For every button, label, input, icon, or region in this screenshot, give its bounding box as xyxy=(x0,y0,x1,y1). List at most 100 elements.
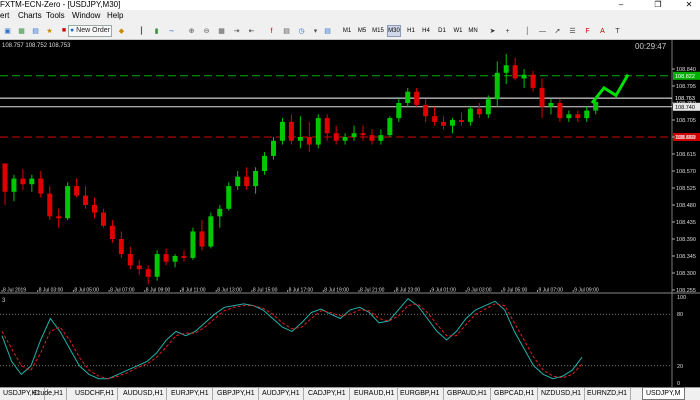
restore-icon[interactable]: ❐ xyxy=(647,0,669,10)
chart-shift-icon[interactable]: ⇤ xyxy=(246,25,257,37)
candle[interactable] xyxy=(315,114,321,149)
line-chart-icon[interactable]: ∼ xyxy=(166,25,177,37)
profiles-icon[interactable]: ▤ xyxy=(322,25,333,37)
price-tick-label: 108.345 xyxy=(676,254,696,260)
vertical-line-icon[interactable]: │ xyxy=(522,25,533,37)
chart-tab[interactable]: AUDUSD,H1 xyxy=(120,388,168,400)
candle[interactable] xyxy=(226,182,232,211)
chart-tab[interactable]: AUDJPY,H1 xyxy=(259,388,304,400)
chart-tab[interactable]: GBPJPY,H1 xyxy=(214,388,259,400)
candle-body xyxy=(217,208,223,217)
market-watch-icon[interactable]: ▦ xyxy=(16,25,27,37)
chart-tab[interactable]: EURJPY,H1 xyxy=(168,388,213,400)
new-order-button[interactable]: ● New Order xyxy=(68,25,112,37)
time-tick-label: 8 Jul 2019 xyxy=(3,288,26,294)
candle-body xyxy=(369,135,375,141)
tf-m5[interactable]: M5 xyxy=(355,26,369,36)
tf-h1[interactable]: H1 xyxy=(404,26,418,36)
chart-tab[interactable]: GBPAUD,H1 xyxy=(444,388,491,400)
periods-icon[interactable]: ◷ xyxy=(296,25,307,37)
text-label-icon[interactable]: A xyxy=(597,25,608,37)
candle[interactable] xyxy=(387,116,393,137)
channel-icon[interactable]: ☰ xyxy=(567,25,578,37)
menu-help[interactable]: Help xyxy=(107,10,123,22)
new-chart-icon[interactable]: ▣ xyxy=(2,25,13,37)
candle-body xyxy=(476,108,482,115)
price-chart[interactable]: 108.757 108.752 108.753 00:29:47 3 108.8… xyxy=(0,40,700,387)
cursor-icon[interactable]: ➤ xyxy=(487,25,498,37)
text-label-icon-2[interactable]: T xyxy=(612,25,623,37)
zoom-in-icon[interactable]: ⊕ xyxy=(186,25,197,37)
window-title: FXTM-ECN-Zero - [USDJPY,M30] xyxy=(0,0,121,9)
osc-tick-label: 80 xyxy=(677,312,683,318)
tf-d1[interactable]: D1 xyxy=(435,26,449,36)
chart-tab[interactable]: EURNZD,H1 xyxy=(584,388,632,400)
chart-tab[interactable]: USDJPY,M xyxy=(642,387,685,400)
osc-tick-label: 20 xyxy=(677,364,683,370)
menu-charts[interactable]: Charts xyxy=(18,10,42,22)
chart-tabs-bar: USDJPY,H1 Crude,H1 USDCHF,H1 AUDUSD,H1 EURJP… xyxy=(0,387,700,400)
candle-body xyxy=(154,254,160,277)
candlestick-icon[interactable]: ▮ xyxy=(151,25,162,37)
chart-tab[interactable]: EURGBP,H1 xyxy=(397,388,444,400)
minimize-icon[interactable]: – xyxy=(610,0,632,10)
tile-windows-icon[interactable]: ▦ xyxy=(216,25,227,37)
fibonacci-icon[interactable]: F xyxy=(582,25,593,37)
price-tick-label: 108.615 xyxy=(676,152,696,158)
candle[interactable] xyxy=(154,250,160,281)
candle-body xyxy=(503,65,509,73)
candle[interactable] xyxy=(65,182,71,221)
candle-body xyxy=(324,118,330,134)
navigator-icon[interactable]: ★ xyxy=(44,25,55,37)
candle-body xyxy=(190,231,196,258)
candle[interactable] xyxy=(279,118,285,145)
chart-tab[interactable]: GBPCAD,H1 xyxy=(491,388,539,400)
tf-m15[interactable]: M15 xyxy=(371,26,385,36)
candle-body xyxy=(136,265,142,270)
tf-h4[interactable]: H4 xyxy=(419,26,433,36)
candle-body xyxy=(548,103,554,107)
trendline-icon[interactable]: ➚ xyxy=(552,25,563,37)
zoom-out-icon[interactable]: ⊖ xyxy=(201,25,212,37)
tf-mn[interactable]: MN xyxy=(466,26,480,36)
menu-window[interactable]: Window xyxy=(72,10,100,22)
bar-countdown: 00:29:47 xyxy=(635,42,667,51)
autoscroll-icon[interactable]: ⇥ xyxy=(231,25,242,37)
candle-body xyxy=(494,72,500,100)
periods-dropdown-icon[interactable]: ▾ xyxy=(310,25,321,37)
time-tick-label: 8 Jul 15:00 xyxy=(253,288,278,294)
horizontal-line-icon[interactable]: — xyxy=(537,25,548,37)
candle-body xyxy=(244,176,250,187)
price-tick-label: 108.390 xyxy=(676,237,696,243)
menu-tools[interactable]: Tools xyxy=(46,10,65,22)
tf-m30[interactable]: M30 xyxy=(387,25,401,37)
candle-body xyxy=(271,140,276,156)
templates-icon[interactable]: ▤ xyxy=(281,25,292,37)
data-window-icon[interactable]: ▤ xyxy=(30,25,41,37)
expert-advisors-icon[interactable]: ◆ xyxy=(116,25,127,37)
new-order-icon: ● xyxy=(69,27,75,34)
chart-tab[interactable]: USDCHF,H1 xyxy=(72,388,119,400)
candle-body xyxy=(83,195,89,205)
price-tick-label: 108.300 xyxy=(676,271,696,277)
candle-body xyxy=(181,256,187,258)
chart-tab[interactable]: CADJPY,H1 xyxy=(305,388,350,400)
chart-tab[interactable]: EURAUD,H1 xyxy=(351,388,399,400)
tf-m1[interactable]: M1 xyxy=(340,26,354,36)
indicators-icon[interactable]: f xyxy=(266,25,277,37)
time-tick-label: 8 Jul 07:00 xyxy=(110,288,135,294)
chart-tab[interactable]: NZDUSD,H1 xyxy=(538,388,586,400)
candle-body xyxy=(396,103,402,119)
menu-insert[interactable]: ert xyxy=(0,10,9,22)
tf-w1[interactable]: W1 xyxy=(451,26,465,36)
crosshair-icon[interactable]: + xyxy=(502,25,513,37)
candle[interactable] xyxy=(190,227,196,260)
price-tick-label: 108.480 xyxy=(676,203,696,209)
candle[interactable] xyxy=(208,212,214,249)
bar-chart-icon[interactable]: ┃ xyxy=(136,25,147,37)
chart-window[interactable]: 108.757 108.752 108.753 00:29:47 3 108.8… xyxy=(0,40,700,387)
chart-tab[interactable]: Crude,H1 xyxy=(30,388,67,400)
close-icon[interactable]: ✕ xyxy=(678,0,700,10)
ohlc-readout: 108.757 108.752 108.753 xyxy=(2,43,71,49)
time-tick-label: 8 Jul 05:00 xyxy=(74,288,99,294)
